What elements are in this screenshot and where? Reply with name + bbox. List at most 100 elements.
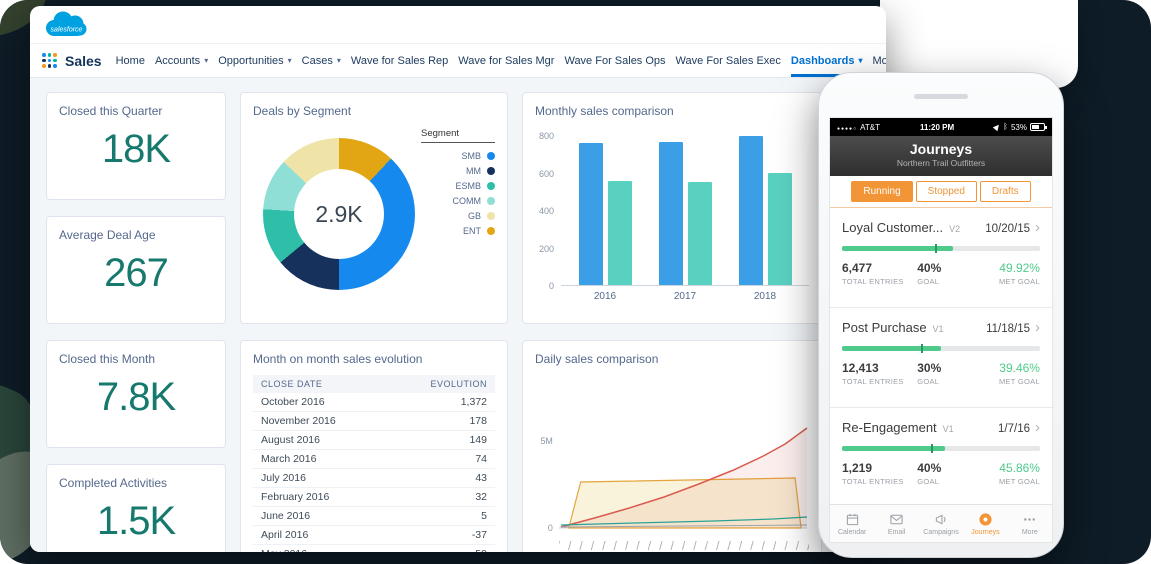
app-navigation: Sales Home Accounts Opportunities Cases … <box>30 44 886 78</box>
journey-filter-tabs: Running Stopped Drafts <box>830 176 1052 208</box>
nav-item-wave-sales-exec[interactable]: Wave For Sales Exec <box>676 44 781 77</box>
nav-item-cases[interactable]: Cases <box>302 44 341 77</box>
nav-item-wave-sales-rep[interactable]: Wave for Sales Rep <box>351 44 448 77</box>
journey-item-post-purchase[interactable]: Post Purchase V1 11/18/15 12,413TOTAL EN… <box>830 308 1052 408</box>
nav-item-accounts[interactable]: Accounts <box>155 44 208 77</box>
bottom-tab-bar: Calendar Email Campaigns Journeys More <box>830 504 1052 542</box>
calendar-icon <box>845 512 860 527</box>
table-header: CLOSE DATE EVOLUTION <box>253 375 495 393</box>
met-goal-value: 45.86% <box>969 461 1040 475</box>
y-tick-5m: 5M <box>540 436 552 446</box>
total-entries-label: TOTAL ENTRIES <box>842 477 917 486</box>
bar-2018-series2[interactable] <box>768 173 792 285</box>
tabbar-item-more[interactable]: More <box>1008 505 1052 542</box>
tabbar-label: Campaigns <box>923 529 958 536</box>
bar-2018-series1[interactable] <box>739 136 763 285</box>
met-goal-label: MET GOAL <box>969 477 1040 486</box>
email-icon <box>889 512 904 527</box>
journey-title: Loyal Customer... <box>842 220 943 235</box>
chevron-right-icon <box>1035 322 1040 334</box>
bar-2017-series1[interactable] <box>659 142 683 285</box>
salesforce-logo-icon: salesforce <box>42 9 90 41</box>
phone-speaker <box>914 94 968 99</box>
bar-group-2018 <box>739 136 792 285</box>
more-icon <box>1022 512 1037 527</box>
journey-date: 11/18/15 <box>986 323 1030 335</box>
table-row[interactable]: November 2016178 <box>253 412 495 431</box>
journey-date: 10/20/15 <box>985 223 1030 235</box>
legend-item-esmb[interactable]: ESMB <box>421 178 495 193</box>
total-entries-value: 6,477 <box>842 261 917 275</box>
tabbar-item-calendar[interactable]: Calendar <box>830 505 874 542</box>
journey-item-loyal-customer[interactable]: Loyal Customer... V2 10/20/15 6,477TOTAL… <box>830 208 1052 308</box>
legend-dot <box>487 167 495 175</box>
nav-item-wave-sales-mgr[interactable]: Wave for Sales Mgr <box>458 44 554 77</box>
journey-version: V1 <box>933 324 944 334</box>
chevron-right-icon <box>1035 422 1040 434</box>
goal-marker <box>935 244 937 253</box>
legend-item-gb[interactable]: GB <box>421 208 495 223</box>
journey-item-re-engagement[interactable]: Re-Engagement V1 1/7/16 1,219TOTAL ENTRI… <box>830 408 1052 504</box>
tabbar-item-campaigns[interactable]: Campaigns <box>919 505 963 542</box>
donut-ring[interactable]: 2.9K <box>263 138 415 290</box>
app-name: Sales <box>65 53 102 69</box>
nav-items: Home Accounts Opportunities Cases Wave f… <box>116 44 886 77</box>
kpi-card-completed-activities: Completed Activities 1.5K <box>46 464 226 552</box>
legend-label: MM <box>466 166 481 176</box>
bar-2016-series2[interactable] <box>608 181 632 285</box>
legend-title: Segment <box>421 128 495 143</box>
bar-group-2017 <box>659 142 712 285</box>
legend-label: SMB <box>461 151 481 161</box>
nav-item-home[interactable]: Home <box>116 44 145 77</box>
progress-bar <box>842 246 1040 251</box>
legend-dot <box>487 227 495 235</box>
tab-drafts[interactable]: Drafts <box>980 181 1031 202</box>
table-row[interactable]: April 2016-37 <box>253 526 495 545</box>
status-bar: AT&T 11:20 PM ᛒ 53% <box>830 118 1052 136</box>
bar-2017-series2[interactable] <box>688 182 712 285</box>
kpi-title: Average Deal Age <box>59 228 213 242</box>
total-entries-value: 12,413 <box>842 361 917 375</box>
tab-stopped[interactable]: Stopped <box>916 181 977 202</box>
battery-icon <box>1030 123 1045 131</box>
journey-title: Post Purchase <box>842 320 927 335</box>
progress-bar <box>842 446 1040 451</box>
nav-item-wave-sales-ops[interactable]: Wave For Sales Ops <box>564 44 665 77</box>
table-row[interactable]: May 2016-59 <box>253 545 495 552</box>
table-row[interactable]: June 20165 <box>253 507 495 526</box>
journey-version: V2 <box>949 224 960 234</box>
kpi-title: Closed this Quarter <box>59 104 213 118</box>
journeys-icon <box>978 512 993 527</box>
legend-item-mm[interactable]: MM <box>421 163 495 178</box>
kpi-value: 1.5K <box>59 490 213 552</box>
table-row[interactable]: February 201632 <box>253 488 495 507</box>
legend-item-comm[interactable]: COMM <box>421 193 495 208</box>
table-row[interactable]: July 201643 <box>253 469 495 488</box>
table-row[interactable]: August 2016149 <box>253 431 495 450</box>
kpi-value: 18K <box>59 118 213 188</box>
bar-2016-series1[interactable] <box>579 143 603 285</box>
logo-bar: salesforce <box>30 6 886 44</box>
daily-sales-card: Daily sales comparison 5M 0 <box>522 340 822 552</box>
goal-value: 40% <box>917 261 968 275</box>
met-goal-value: 49.92% <box>969 261 1040 275</box>
legend-item-smb[interactable]: SMB <box>421 148 495 163</box>
progress-fill <box>842 346 941 351</box>
phone-mockup: AT&T 11:20 PM ᛒ 53% Journeys Northern Tr… <box>818 72 1064 558</box>
met-goal-value: 39.46% <box>969 361 1040 375</box>
goal-label: GOAL <box>917 377 968 386</box>
legend-item-ent[interactable]: ENT <box>421 223 495 238</box>
table-row[interactable]: March 201674 <box>253 450 495 469</box>
tab-running[interactable]: Running <box>851 181 912 202</box>
app-launcher-icon[interactable] <box>42 53 57 68</box>
tabbar-item-journeys[interactable]: Journeys <box>963 505 1007 542</box>
battery-percent: 53% <box>1011 123 1027 132</box>
tabbar-item-email[interactable]: Email <box>874 505 918 542</box>
legend-dot <box>487 152 495 160</box>
journey-title: Re-Engagement <box>842 420 937 435</box>
table-row[interactable]: October 20161,372 <box>253 393 495 412</box>
nav-item-opportunities[interactable]: Opportunities <box>218 44 291 77</box>
tabbar-label: Journeys <box>971 529 999 536</box>
legend-label: COMM <box>453 196 482 206</box>
legend-label: ENT <box>463 226 481 236</box>
